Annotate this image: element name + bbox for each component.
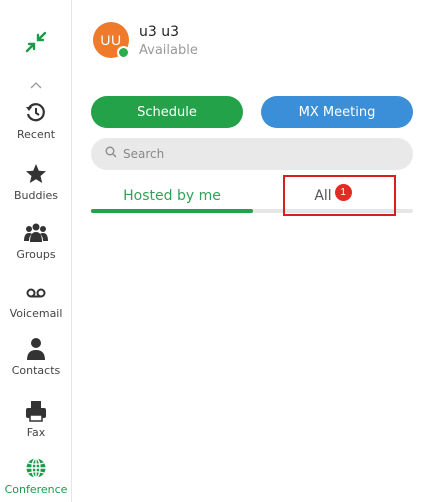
groups-icon: [23, 220, 49, 246]
mx-meeting-button[interactable]: MX Meeting: [261, 96, 413, 128]
avatar-initials: UU: [100, 32, 122, 48]
sidebar-item-label: Conference: [4, 483, 68, 496]
sidebar: Recent Buddies Groups Voicemail Contacts: [0, 0, 72, 502]
sidebar-item-buddies[interactable]: Buddies: [0, 161, 72, 202]
sidebar-item-label: Voicemail: [9, 307, 63, 320]
collapse-icon[interactable]: [20, 26, 52, 58]
sidebar-item-groups[interactable]: Groups: [0, 220, 72, 261]
star-icon: [23, 161, 49, 187]
sidebar-item-voicemail[interactable]: Voicemail: [0, 279, 72, 320]
sidebar-item-recent[interactable]: Recent: [0, 100, 72, 141]
voicemail-icon: [23, 279, 49, 305]
tab-selected-indicator: [91, 209, 253, 213]
sidebar-item-label: Recent: [16, 128, 56, 141]
presence-indicator: [117, 46, 130, 59]
tab-label: Hosted by me: [123, 188, 221, 204]
highlight-annotation: [283, 175, 396, 216]
chevron-up-icon[interactable]: [27, 78, 45, 90]
sidebar-item-conference[interactable]: Conference: [0, 455, 72, 496]
search-placeholder: Search: [123, 147, 165, 161]
user-status[interactable]: Available: [139, 43, 198, 58]
sidebar-item-contacts[interactable]: Contacts: [0, 336, 72, 377]
schedule-button[interactable]: Schedule: [91, 96, 243, 128]
conference-panel: UU u3 u3 Available Schedule MX Meeting S…: [73, 0, 436, 502]
sidebar-item-label: Groups: [16, 248, 56, 261]
history-icon: [23, 100, 49, 126]
search-input[interactable]: Search: [91, 138, 413, 170]
sidebar-item-label: Buddies: [13, 189, 59, 202]
user-name: u3 u3: [139, 24, 180, 40]
globe-icon: [23, 455, 49, 481]
sidebar-item-label: Contacts: [11, 364, 61, 377]
search-icon: [105, 145, 117, 163]
sidebar-item-fax[interactable]: Fax: [0, 398, 72, 439]
fax-icon: [23, 398, 49, 424]
sidebar-item-label: Fax: [26, 426, 46, 439]
person-icon: [23, 336, 49, 362]
